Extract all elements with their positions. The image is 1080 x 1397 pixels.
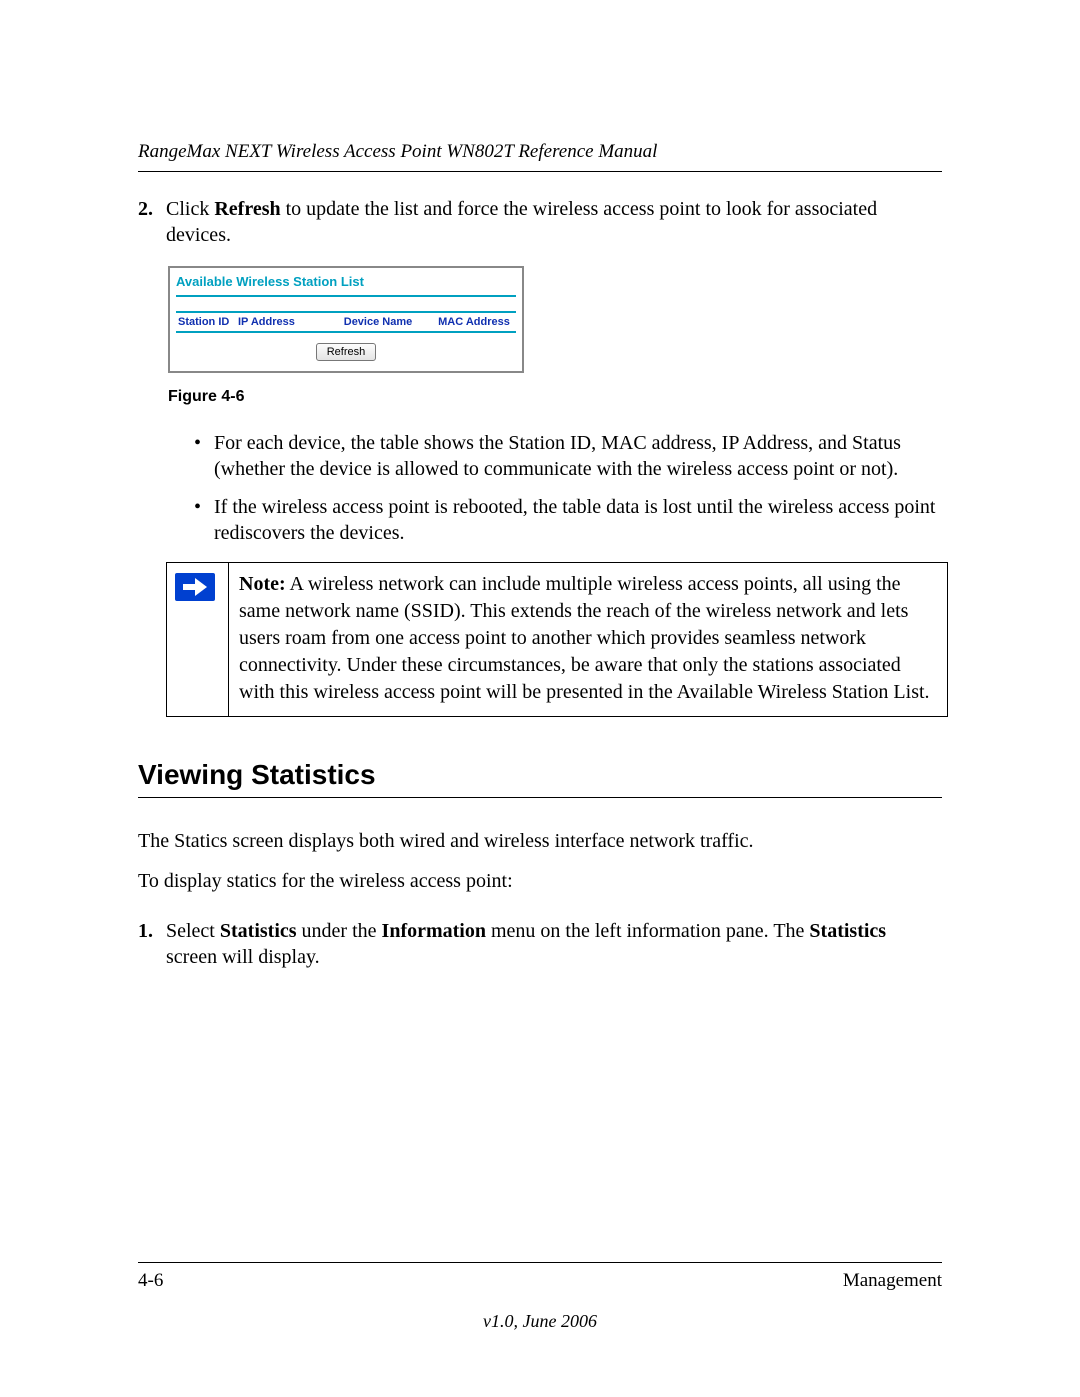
bold-word: Statistics: [809, 920, 886, 942]
note-icon-cell: [167, 563, 229, 716]
note-text: Note: A wireless network can include mul…: [229, 563, 947, 716]
text: Select: [166, 920, 220, 942]
figure-4-6: Available Wireless Station List Station …: [168, 266, 942, 373]
bold-word: Information: [382, 920, 486, 942]
paragraph: The Statics screen displays both wired a…: [138, 828, 942, 854]
text: under the: [297, 920, 382, 942]
note-box: Note: A wireless network can include mul…: [166, 562, 948, 717]
text: Click: [166, 198, 214, 220]
text: menu on the left information pane. The: [486, 920, 809, 942]
step-number: 2.: [138, 196, 166, 248]
bold-word: Refresh: [214, 198, 280, 220]
arrow-right-icon: [175, 573, 215, 601]
screenshot-panel: Available Wireless Station List Station …: [168, 266, 524, 373]
note-body: A wireless network can include multiple …: [239, 573, 930, 703]
panel-title: Available Wireless Station List: [176, 274, 516, 291]
bullet-icon: •: [194, 430, 214, 482]
page-number: 4-6: [138, 1269, 163, 1294]
col-device-name: Device Name: [324, 315, 432, 329]
bullet-icon: •: [194, 494, 214, 546]
version-line: v1.0, June 2006: [138, 1310, 942, 1333]
document-page: RangeMax NEXT Wireless Access Point WN80…: [0, 0, 1080, 1397]
header-rule: [138, 171, 942, 172]
ordered-step: 2. Click Refresh to update the list and …: [138, 196, 942, 248]
refresh-button[interactable]: Refresh: [316, 343, 377, 361]
bullet-text: For each device, the table shows the Sta…: [214, 430, 942, 482]
list-item: • If the wireless access point is reboot…: [194, 494, 942, 546]
col-ip-address: IP Address: [238, 315, 324, 329]
step-2: 2. Click Refresh to update the list and …: [138, 196, 942, 248]
text: screen will display.: [166, 946, 320, 968]
manual-title: RangeMax NEXT Wireless Access Point WN80…: [138, 140, 942, 165]
footer-row: 4-6 Management: [138, 1269, 942, 1294]
step-number: 1.: [138, 918, 166, 970]
step-body: Select Statistics under the Information …: [166, 918, 942, 970]
col-mac-address: MAC Address: [432, 315, 516, 329]
bold-word: Statistics: [220, 920, 297, 942]
table-header-row: Station ID IP Address Device Name MAC Ad…: [176, 311, 516, 333]
note-label: Note:: [239, 573, 286, 595]
list-item: • For each device, the table shows the S…: [194, 430, 942, 482]
button-row: Refresh: [176, 333, 516, 363]
bullet-list: • For each device, the table shows the S…: [194, 430, 942, 546]
ordered-step: 1. Select Statistics under the Informati…: [138, 918, 942, 970]
col-station-id: Station ID: [176, 315, 238, 329]
section-rule: [138, 797, 942, 798]
step-body: Click Refresh to update the list and for…: [166, 196, 942, 248]
page-footer: 4-6 Management v1.0, June 2006: [138, 1262, 942, 1333]
bullet-text: If the wireless access point is rebooted…: [214, 494, 942, 546]
step-1: 1. Select Statistics under the Informati…: [138, 918, 942, 970]
section-heading: Viewing Statistics: [138, 757, 942, 793]
figure-caption: Figure 4-6: [168, 387, 942, 408]
panel-rule: [176, 295, 516, 297]
paragraph: To display statics for the wireless acce…: [138, 868, 942, 894]
footer-rule: [138, 1262, 942, 1263]
section-name: Management: [843, 1269, 942, 1294]
